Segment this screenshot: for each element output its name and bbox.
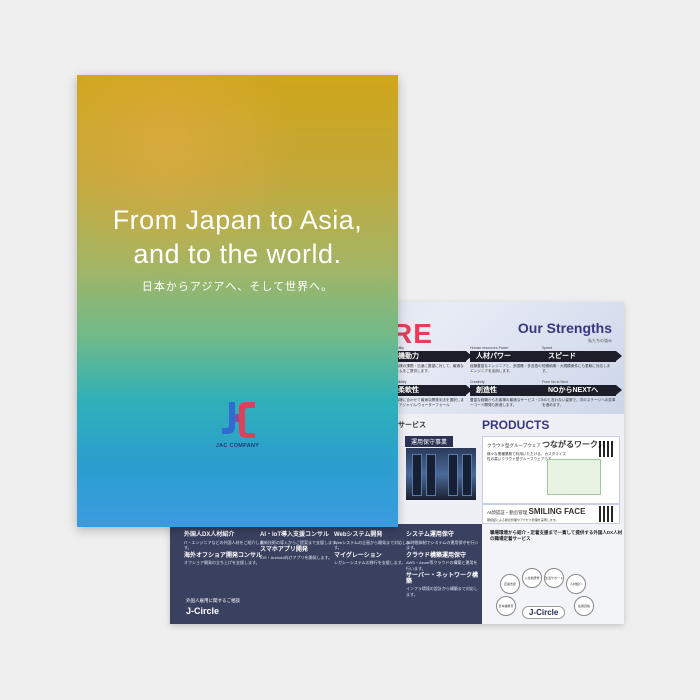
strength-label: 機動力 [392,351,472,362]
footer-small-text: 外国人雇用に関するご相談 [186,598,240,603]
service-desc: 24時間体制でシステムの運用保守を行います。 [406,539,479,551]
jcircle-node: 定着支援 [500,574,520,594]
service-title: サーバー・ネットワーク構築 [406,573,478,585]
strength-item: Flexibility 柔軟性 お客様に合わせて最適な開発手法を選択します。アジ… [392,380,472,408]
strength-desc: 豊富な経験からお客様の最適なサービス・ローコード開発も推進します。 [470,398,542,407]
strength-en: Creativity [470,380,485,384]
service-title: スマホアプリ開発 [260,547,308,553]
product-screenshot [547,459,601,495]
product-sub: AI顔認証・勤怠管理 [487,510,528,515]
service-column: 外国人DX人材紹介 IT・エンジニアなどの外国人材をご紹介します。 海外オフショ… [184,530,264,566]
jcircle-logo: J-Circle [522,606,566,619]
product-card-smiling-face: AI顔認証・勤怠管理 SMILING FACE 顔認証による勤怠管理やアクセス管… [482,504,620,524]
strength-en: Mobility [392,346,466,350]
strength-item: From No to Next NOからNEXTへ NOと言わない姿勢で、次のス… [542,380,622,408]
service-heading: サービス [398,422,426,429]
service-column: システム運用保守 24時間体制でシステムの運用保守を行います。 クラウド構築運用… [406,530,480,597]
jcircle-node: 在留資格 [574,596,594,616]
jcircle-node: 人材紹介 [566,574,586,594]
product-sub: クラウド型グループウェア [487,443,541,448]
company-logo-text: JAC COMPANY [215,443,260,449]
product-name: SMILING FACE [528,507,586,516]
service-title: クラウド構築運用保守 [406,552,467,559]
service-title: 外国人DX人材紹介 [184,532,235,538]
service-title: AI・IoT導入支援コンサル [260,532,329,538]
service-desc: iOS・Android向けアプリを開発します。 [260,554,333,560]
service-desc: インフラ環境の設計から構築まで対応します。 [406,586,478,597]
jac-logo-icon [222,402,255,438]
service-desc: Webシステムの企画から開発まで対応します。 [334,539,411,551]
strength-label: 人材パワー [470,351,550,362]
strength-desc: 経験豊富なエンジニアと、多国籍・多言語のエンジニアを活用します。 [470,364,542,373]
service-desc: AWS・Azure等クラウドの構築と運用を行います。 [406,560,478,571]
strength-item: Mobility 機動力 お客様の課題・迅速に要望に対して、最適なチームをご提供… [392,346,472,374]
strength-desc: NOと言わない姿勢で、次のステージへの変革を進めます。 [542,398,616,407]
strength-desc: お客様に合わせて最適な開発手法を選択します。アジャイル/ウォーターフォール [392,398,464,407]
strength-en: From No to Next [542,380,568,384]
cover-subline: 日本からアジアへ、そして世界へ。 [141,281,334,293]
strength-item: Creativity 創造性 豊富な経験からお客様の最適なサービス・ローコード開… [470,380,550,408]
service-desc: オフショア開発の立ち上げを支援します。 [184,560,260,565]
services-box-text: 職場環境から紹介・定着支援まで一貫して提供する外国人DX人材の職場定着サービス [490,530,623,541]
strength-desc: 短期納期・大規模案件にも柔軟に対応します。 [542,364,611,373]
strength-item: Speed スピード 短期納期・大規模案件にも柔軟に対応します。 [542,346,622,374]
headline-line-1: From Japan to Asia, [112,205,363,235]
cover-headline: From Japan to Asia, and to the world. [77,203,398,271]
strengths-subtitle: 私たちの強み [588,338,612,343]
strength-label: 創造性 [470,385,550,396]
strengths-title: Our Strengths [517,320,612,336]
brochure-cover: From Japan to Asia, and to the world. 日本… [77,75,398,527]
footer-brand: J-Circle [186,606,220,616]
service-desc: 最新技術の導入からご提案まで支援します。 [260,539,340,545]
jcircle-node: 生活サポート [544,568,564,588]
service-column: AI・IoT導入支援コンサル 最新技術の導入からご提案まで支援します。 スマホア… [260,530,340,560]
strength-label: 柔軟性 [392,385,472,396]
service-title: Webシステム開発 [334,532,383,538]
server-room-image [406,448,476,500]
jcircle-footer: 外国人雇用に関するご相談 J-Circle [186,598,240,616]
strength-en: Human resources Power [470,346,509,350]
service-title: マイグレーション [334,552,382,559]
strength-label: スピード [542,351,622,362]
qr-code-icon [599,441,615,457]
strength-label: NOからNEXTへ [542,385,622,396]
headline-line-2: and to the world. [133,239,342,269]
strength-desc: お客様の課題・迅速に要望に対して、最適なチームをご提供します。 [392,364,464,373]
strength-item: Human resources Power 人材パワー 経験豊富なエンジニアと、… [470,346,550,374]
jcircle-node: 入社前研修 [522,568,542,588]
service-column: Webシステム開発 Webシステムの企画から開発まで対応します。 マイグレーショ… [334,530,414,566]
service-title: システム運用保守 [406,532,454,538]
products-title: PRODUCTS [482,418,550,432]
strength-en: Flexibility [392,380,407,384]
product-name: つながるワークス [542,440,606,449]
service-title: 海外オフショア開発コンサル [184,552,263,559]
jcircle-node: 日本語教育 [496,596,516,616]
strength-en: Speed [542,346,553,350]
qr-code-icon [599,506,615,522]
product-card-tsunagaru: クラウド型グループウェア つながるワークス 様々な業種業務で利用いただける、カス… [482,436,620,504]
ops-label: 運用保守事業 [405,436,454,447]
service-desc: IT・エンジニアなどの外国人材をご紹介します。 [184,539,264,551]
service-desc: レガシーシステムの移行を支援します。 [334,560,406,565]
